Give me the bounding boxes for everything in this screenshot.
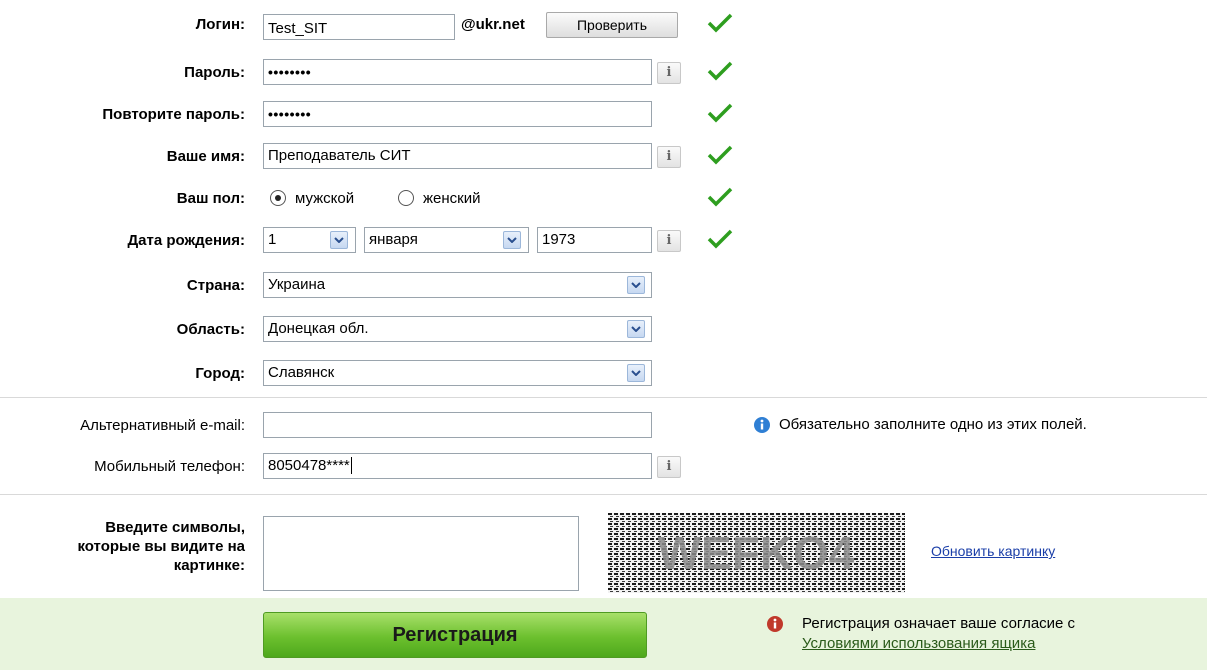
login-domain: @ukr.net — [461, 16, 525, 33]
check-icon — [707, 187, 733, 207]
birth-year-input[interactable]: 1973 — [537, 227, 652, 253]
gender-female-label: женский — [423, 190, 481, 207]
captcha-label-line: картинке: — [173, 557, 245, 574]
alt-email-label: Альтернативный e-mail: — [80, 417, 245, 434]
check-icon — [707, 229, 733, 249]
region-select[interactable]: Донецкая обл. — [263, 316, 652, 342]
captcha-label: Введите символы, которые вы видите на ка… — [77, 518, 245, 575]
login-row: Логин: Test_SIT @ukr.net Проверить — [0, 10, 1207, 40]
info-circle-icon — [754, 417, 770, 433]
check-login-button[interactable]: Проверить — [546, 12, 678, 38]
divider — [0, 494, 1207, 495]
info-icon[interactable]: i — [657, 62, 681, 84]
password-repeat-input[interactable]: •••••••• — [263, 101, 652, 127]
gender-male-label: мужской — [295, 190, 355, 207]
captcha-image: WEFKO4 — [608, 513, 905, 593]
chevron-down-icon[interactable] — [503, 231, 521, 249]
text-caret — [350, 457, 352, 474]
info-icon[interactable]: i — [657, 146, 681, 168]
divider — [0, 397, 1207, 398]
radio-dot — [275, 195, 281, 201]
password-label: Пароль: — [184, 64, 245, 81]
chevron-down-icon[interactable] — [627, 320, 645, 338]
password-repeat-row: Повторите пароль: •••••••• — [0, 100, 1207, 130]
password-input[interactable]: •••••••• — [263, 59, 652, 85]
password-row: Пароль: •••••••• i — [0, 58, 1207, 88]
terms-link[interactable]: Условиями использования ящика — [802, 635, 1035, 652]
info-icon[interactable]: i — [657, 456, 681, 478]
name-label: Ваше имя: — [166, 148, 245, 165]
country-row: Страна: Украина — [0, 271, 1207, 301]
country-select[interactable]: Украина — [263, 272, 652, 298]
gender-row: Ваш пол: мужской женский — [0, 184, 1207, 214]
warning-icon — [767, 616, 783, 632]
city-select[interactable]: Славянск — [263, 360, 652, 386]
name-row: Ваше имя: Преподаватель СИТ i — [0, 142, 1207, 172]
check-icon — [707, 13, 733, 33]
city-label: Город: — [195, 365, 245, 382]
alt-email-row: Альтернативный e-mail: Обязательно запол… — [0, 411, 1207, 441]
agreement-line: Регистрация означает ваше согласие с — [802, 615, 1076, 632]
chevron-down-icon[interactable] — [627, 276, 645, 294]
svg-text:WEFKO4: WEFKO4 — [658, 527, 855, 579]
check-icon — [707, 145, 733, 165]
check-icon — [707, 103, 733, 123]
country-label: Страна: — [186, 277, 245, 294]
country-value: Украина — [268, 276, 326, 293]
gender-male-radio[interactable] — [270, 190, 286, 206]
region-value: Донецкая обл. — [268, 320, 369, 337]
captcha-input[interactable] — [263, 516, 579, 591]
region-row: Область: Донецкая обл. — [0, 315, 1207, 345]
phone-value: 8050478**** — [268, 457, 350, 474]
required-notice: Обязательно заполните одно из этих полей… — [779, 416, 1087, 433]
agreement-text: Регистрация означает ваше согласие с Усл… — [802, 614, 1075, 654]
login-label: Логин: — [195, 16, 245, 33]
register-button[interactable]: Регистрация — [263, 612, 647, 658]
birth-day-value: 1 — [268, 231, 277, 248]
city-row: Город: Славянск — [0, 359, 1207, 389]
city-value: Славянск — [268, 364, 335, 381]
check-icon — [707, 61, 733, 81]
birth-month-value: января — [369, 231, 418, 248]
alt-email-input[interactable] — [263, 412, 652, 438]
gender-label: Ваш пол: — [176, 190, 245, 207]
captcha-label-line: Введите символы, — [105, 519, 245, 536]
chevron-down-icon[interactable] — [627, 364, 645, 382]
phone-row: Мобильный телефон: 8050478**** i — [0, 452, 1207, 482]
gender-female-radio[interactable] — [398, 190, 414, 206]
birth-row: Дата рождения: 1 января 1973 i — [0, 226, 1207, 256]
region-label: Область: — [176, 321, 245, 338]
captcha-row: Введите символы, которые вы видите на ка… — [0, 513, 1207, 598]
name-input[interactable]: Преподаватель СИТ — [263, 143, 652, 169]
login-input[interactable]: Test_SIT — [263, 14, 455, 40]
phone-input[interactable]: 8050478**** — [263, 453, 652, 479]
phone-label: Мобильный телефон: — [94, 458, 245, 475]
password-repeat-label: Повторите пароль: — [102, 106, 245, 123]
birth-label: Дата рождения: — [127, 232, 245, 249]
chevron-down-icon[interactable] — [330, 231, 348, 249]
captcha-label-line: которые вы видите на — [77, 538, 245, 555]
refresh-captcha-link[interactable]: Обновить картинку — [931, 543, 1055, 559]
info-icon[interactable]: i — [657, 230, 681, 252]
